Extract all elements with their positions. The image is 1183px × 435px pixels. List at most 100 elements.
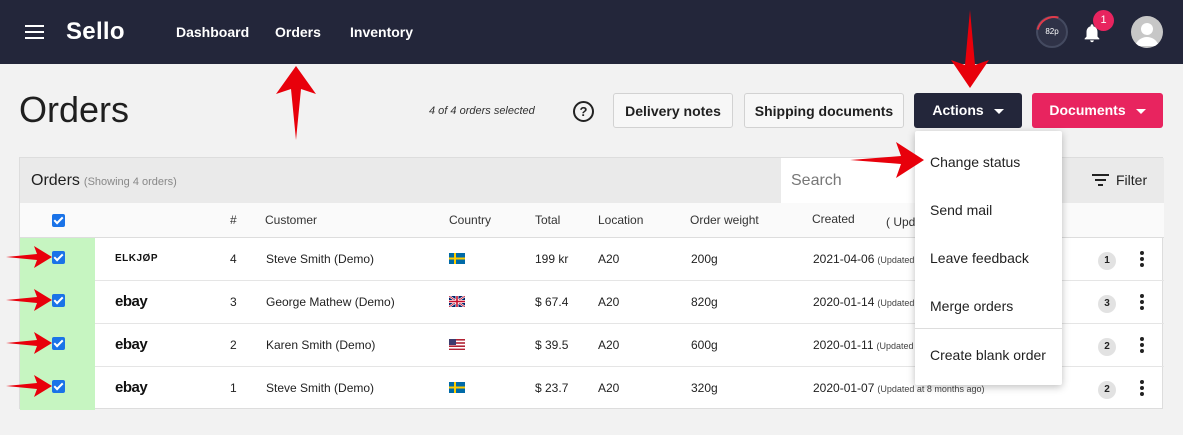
order-total: $ 39.5 xyxy=(535,338,569,352)
order-weight: 820g xyxy=(691,295,718,309)
order-created: 2020-01-11 (Updated xyxy=(813,338,914,352)
updated-text: (Updated xyxy=(876,341,914,351)
chevron-down-icon xyxy=(1135,108,1146,114)
top-navigation-bar: Sello Dashboard Orders Inventory 82p 1 xyxy=(0,0,1183,64)
points-label: 82p xyxy=(1045,27,1059,36)
item-count-badge: 2 xyxy=(1098,381,1116,399)
annotation-arrow-right-icon xyxy=(850,142,924,178)
order-weight: 200g xyxy=(691,252,718,266)
updated-text: (Updated xyxy=(877,298,915,308)
item-count-badge: 3 xyxy=(1098,295,1116,313)
order-location: A20 xyxy=(598,295,620,309)
annotation-arrow-right-icon xyxy=(6,375,52,397)
panel-title-text: Orders xyxy=(31,172,80,189)
updated-text: (Updated at 8 months ago) xyxy=(877,384,985,394)
customer-name[interactable]: George Mathew (Demo) xyxy=(266,295,395,309)
customer-name[interactable]: Steve Smith (Demo) xyxy=(266,381,374,395)
nav-orders[interactable]: Orders xyxy=(275,24,321,40)
created-date: 2021-04-06 xyxy=(813,252,875,266)
order-location: A20 xyxy=(598,338,620,352)
col-country[interactable]: Country xyxy=(449,213,491,227)
documents-label: Documents xyxy=(1049,102,1126,118)
order-weight: 600g xyxy=(691,338,718,352)
sweden-flag-icon xyxy=(449,253,465,264)
actions-label: Actions xyxy=(932,102,984,118)
more-options-icon[interactable] xyxy=(1140,337,1144,353)
sweden-flag-icon xyxy=(449,382,465,393)
order-number: 2 xyxy=(230,338,237,352)
documents-button[interactable]: Documents xyxy=(1032,93,1163,128)
avatar[interactable] xyxy=(1131,16,1163,48)
ebay-logo: ebay xyxy=(115,336,148,353)
ebay-logo: ebay xyxy=(115,293,148,310)
more-options-icon[interactable] xyxy=(1140,380,1144,396)
panel-subtitle: (Showing 4 orders) xyxy=(83,176,177,188)
row-checkbox[interactable] xyxy=(52,251,65,264)
order-weight: 320g xyxy=(691,381,718,395)
customer-name[interactable]: Steve Smith (Demo) xyxy=(266,252,374,266)
col-updated[interactable]: ( Upd xyxy=(886,215,915,229)
item-count-badge: 2 xyxy=(1098,338,1116,356)
menu-item-change-status[interactable]: Change status xyxy=(930,154,1020,170)
filter-icon xyxy=(1092,174,1109,187)
chevron-down-icon xyxy=(993,108,1004,114)
panel-title: Orders (Showing 4 orders) xyxy=(31,172,177,190)
selection-count: 4 of 4 orders selected xyxy=(429,105,535,117)
menu-item-send-mail[interactable]: Send mail xyxy=(930,202,992,218)
row-checkbox[interactable] xyxy=(52,337,65,350)
annotation-arrow-right-icon xyxy=(6,332,52,354)
order-total: $ 23.7 xyxy=(535,381,569,395)
brand-logo[interactable]: Sello xyxy=(66,18,125,46)
order-location: A20 xyxy=(598,381,620,395)
uk-flag-icon xyxy=(449,296,465,307)
elkjop-logo: ELKJØP xyxy=(115,253,159,264)
more-options-icon[interactable] xyxy=(1140,294,1144,310)
order-created: 2020-01-14 (Updated xyxy=(813,295,914,309)
actions-dropdown-menu: Change status Send mail Leave feedback M… xyxy=(915,131,1062,385)
menu-item-create-blank-order[interactable]: Create blank order xyxy=(930,347,1046,363)
annotation-arrow-right-icon xyxy=(6,289,52,311)
col-created[interactable]: Created xyxy=(812,212,855,226)
col-total[interactable]: Total xyxy=(535,213,560,227)
help-icon[interactable]: ? xyxy=(573,101,594,122)
order-total: $ 67.4 xyxy=(535,295,569,309)
created-date: 2020-01-14 xyxy=(813,295,875,309)
order-number: 4 xyxy=(230,252,237,266)
notification-badge: 1 xyxy=(1093,10,1114,31)
menu-item-leave-feedback[interactable]: Leave feedback xyxy=(930,250,1029,266)
menu-icon[interactable] xyxy=(25,25,44,39)
delivery-notes-button[interactable]: Delivery notes xyxy=(613,93,733,128)
order-number: 3 xyxy=(230,295,237,309)
shipping-documents-button[interactable]: Shipping documents xyxy=(744,93,904,128)
menu-item-merge-orders[interactable]: Merge orders xyxy=(930,298,1013,314)
annotation-arrow-down-icon xyxy=(951,10,989,88)
row-checkbox[interactable] xyxy=(52,380,65,393)
actions-button[interactable]: Actions xyxy=(914,93,1022,128)
nav-inventory[interactable]: Inventory xyxy=(350,24,413,40)
order-number: 1 xyxy=(230,381,237,395)
page-title: Orders xyxy=(19,89,130,130)
ebay-logo: ebay xyxy=(115,379,148,396)
col-location[interactable]: Location xyxy=(598,213,643,227)
customer-name[interactable]: Karen Smith (Demo) xyxy=(266,338,375,352)
more-options-icon[interactable] xyxy=(1140,251,1144,267)
annotation-arrow-up-icon xyxy=(276,66,316,140)
points-indicator[interactable]: 82p xyxy=(1036,16,1068,48)
order-created: 2021-04-06 (Updated xyxy=(813,252,914,266)
annotation-arrow-right-icon xyxy=(6,246,52,268)
menu-divider xyxy=(915,328,1062,329)
filter-button[interactable]: Filter xyxy=(1092,172,1147,188)
order-location: A20 xyxy=(598,252,620,266)
item-count-badge: 1 xyxy=(1098,252,1116,270)
updated-text: (Updated xyxy=(877,255,915,265)
col-customer[interactable]: Customer xyxy=(265,213,317,227)
row-checkbox[interactable] xyxy=(52,294,65,307)
col-order-weight[interactable]: Order weight xyxy=(690,213,759,227)
user-icon xyxy=(1135,23,1159,46)
select-all-checkbox[interactable] xyxy=(52,214,65,227)
col-number[interactable]: # xyxy=(230,213,237,227)
nav-dashboard[interactable]: Dashboard xyxy=(176,24,249,40)
us-flag-icon xyxy=(449,339,465,350)
created-date: 2020-01-07 xyxy=(813,381,875,395)
filter-label: Filter xyxy=(1116,172,1148,188)
